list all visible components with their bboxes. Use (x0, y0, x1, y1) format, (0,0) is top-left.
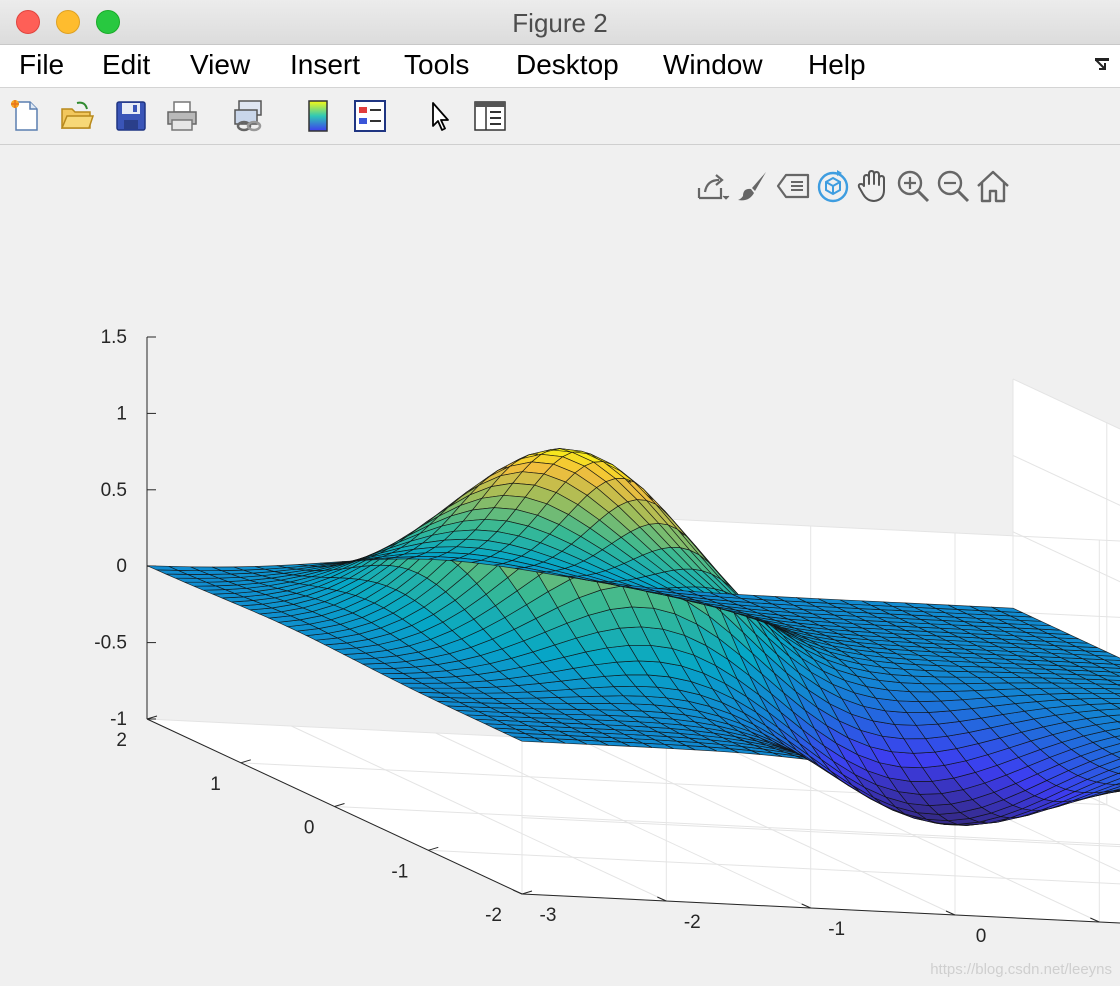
surface-plot[interactable]: 1.510.50-0.5-1210-1-2-3-2-10123 (0, 0, 1120, 986)
x-tick-label: 0 (304, 818, 315, 839)
z-tick-label: 1.5 (101, 327, 127, 348)
y-tick-label: -2 (684, 912, 701, 933)
figure-window: Figure 2 File Edit View Insert Tools Des… (0, 0, 1120, 986)
z-tick-label: 0 (116, 556, 127, 577)
x-tick-label: 2 (116, 730, 127, 751)
x-tick-label: -2 (485, 905, 502, 926)
x-tick-label: -1 (391, 861, 408, 882)
watermark-text: https://blog.csdn.net/leeyns (930, 961, 1112, 978)
y-tick-label: -1 (828, 919, 845, 940)
y-tick-label: 0 (976, 926, 987, 947)
z-tick-label: -1 (110, 709, 127, 730)
y-tick-label: -3 (540, 905, 557, 926)
z-tick-label: -0.5 (94, 633, 127, 654)
z-tick-label: 1 (116, 403, 127, 424)
x-tick-label: 1 (210, 774, 221, 795)
z-tick-label: 0.5 (101, 480, 127, 501)
